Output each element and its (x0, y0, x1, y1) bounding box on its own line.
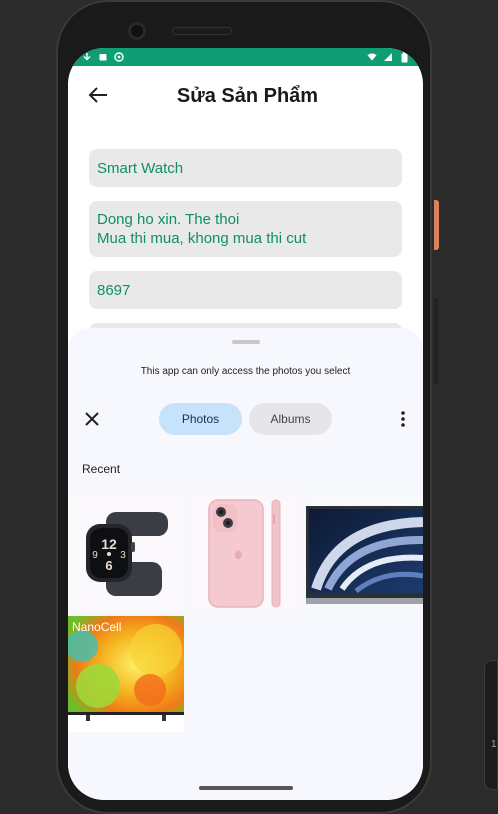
front-camera-icon (128, 22, 146, 40)
product-description-field[interactable]: Dong ho xin. The thoi Mua thi mua, khong… (89, 201, 402, 257)
camera-bar (128, 14, 308, 48)
battery-icon (399, 51, 409, 62)
description-line-1: Dong ho xin. The thoi (97, 211, 240, 228)
more-vert-icon (401, 411, 405, 427)
photo-thumbnail-watch[interactable]: 12 6 9 3 (68, 494, 184, 611)
phone-image (208, 499, 281, 608)
screen: Sửa Sản Phẩm Smart Watch Dong ho xin. Th… (68, 48, 423, 800)
photo-picker-sheet: This app can only access the photos you … (68, 328, 423, 800)
laptop-image (306, 506, 423, 604)
edge-widget[interactable]: 1 (484, 660, 498, 790)
shield-icon (114, 52, 124, 62)
tv-overlay-text: NanoCell (72, 620, 121, 634)
power-button[interactable] (434, 200, 439, 250)
signal-icon (383, 52, 393, 62)
description-line-2: Mua thi mua, khong mua thi cut (97, 230, 307, 247)
svg-text:3: 3 (120, 550, 126, 561)
more-options-button[interactable] (393, 409, 413, 429)
watch-image: 12 6 9 3 (86, 512, 168, 596)
tv-image: NanoCell (68, 616, 184, 721)
tab-albums[interactable]: Albums (249, 403, 332, 435)
access-notice: This app can only access the photos you … (140, 366, 351, 377)
picker-toolbar: Photos Albums (68, 403, 423, 435)
product-name-field[interactable]: Smart Watch (89, 149, 402, 187)
svg-text:12: 12 (101, 536, 117, 552)
download-icon (82, 52, 92, 62)
close-button[interactable] (82, 409, 102, 429)
volume-button[interactable] (434, 298, 438, 384)
page-title: Sửa Sản Phẩm (176, 84, 319, 107)
arrow-left-icon (88, 87, 107, 103)
product-price-field[interactable]: 8697 (89, 271, 402, 309)
back-button[interactable] (86, 83, 110, 107)
drag-handle[interactable] (232, 340, 260, 344)
speaker-grille (172, 27, 232, 35)
box-icon (98, 52, 108, 62)
photo-thumbnail-laptop[interactable] (306, 494, 423, 611)
product-name-value: Smart Watch (97, 159, 184, 177)
tab-photos[interactable]: Photos (159, 403, 242, 435)
photo-thumbnail-phone[interactable] (187, 494, 303, 611)
app-header: Sửa Sản Phẩm (68, 66, 423, 126)
edge-widget-digit: 1 (491, 739, 497, 750)
svg-text:6: 6 (105, 558, 112, 573)
photo-thumbnail-tv[interactable]: NanoCell (68, 616, 184, 732)
close-icon (85, 412, 99, 426)
svg-text:9: 9 (92, 550, 98, 561)
wifi-icon (367, 52, 377, 62)
section-label-recent: Recent (82, 462, 121, 476)
home-indicator[interactable] (199, 786, 293, 790)
product-price-value: 8697 (97, 281, 131, 299)
status-bar (68, 48, 423, 66)
